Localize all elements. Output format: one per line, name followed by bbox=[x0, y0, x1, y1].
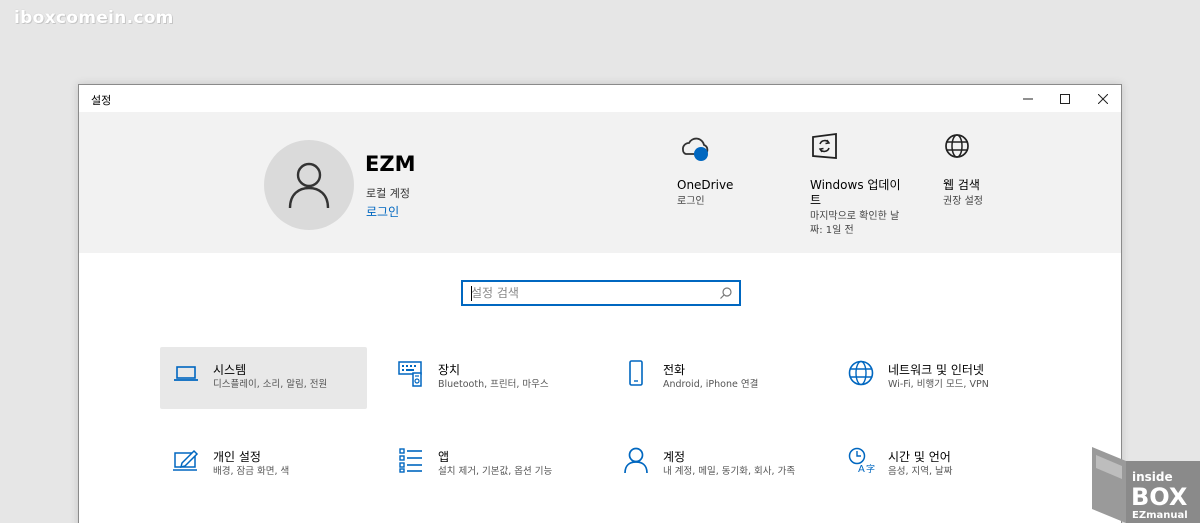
minimize-icon bbox=[1023, 98, 1033, 99]
svg-text:A: A bbox=[858, 464, 865, 474]
category-desc: Wi-Fi, 비행기 모드, VPN bbox=[888, 379, 989, 390]
maximize-button[interactable] bbox=[1046, 85, 1084, 112]
category-time-language[interactable]: A 字 시간 및 언어 음성, 지역, 날짜 bbox=[835, 434, 1042, 496]
category-desc: Android, iPhone 연결 bbox=[663, 379, 759, 390]
phone-icon bbox=[629, 360, 643, 386]
category-system[interactable]: 시스템 디스플레이, 소리, 알림, 전원 bbox=[160, 347, 367, 409]
personalization-icon bbox=[173, 449, 199, 471]
category-desc: Bluetooth, 프린터, 마우스 bbox=[438, 379, 549, 390]
header-item-windows-update[interactable]: Windows 업데이트 마지막으로 확인한 날짜: 1일 전 bbox=[810, 132, 910, 238]
category-title: 계정 bbox=[663, 450, 686, 464]
search-icon[interactable] bbox=[719, 286, 733, 300]
category-devices[interactable]: 장치 Bluetooth, 프린터, 마우스 bbox=[385, 347, 592, 409]
onedrive-desc: 로그인 bbox=[677, 196, 705, 207]
category-title: 네트워크 및 인터넷 bbox=[888, 363, 984, 377]
category-network[interactable]: 네트워크 및 인터넷 Wi-Fi, 비행기 모드, VPN bbox=[835, 347, 1042, 409]
settings-search-box[interactable] bbox=[461, 280, 741, 306]
windows-update-title: Windows 업데이트 bbox=[810, 178, 901, 207]
windows-update-icon bbox=[812, 132, 837, 159]
text-caret bbox=[471, 286, 472, 301]
avatar[interactable] bbox=[264, 140, 354, 230]
category-title: 전화 bbox=[663, 363, 686, 377]
account-name: EZM bbox=[365, 152, 416, 176]
account-type: 로컬 계정 bbox=[366, 187, 410, 200]
svg-text:字: 字 bbox=[866, 463, 875, 474]
minimize-button[interactable] bbox=[1009, 85, 1047, 112]
close-button[interactable] bbox=[1084, 85, 1121, 112]
windows-update-desc: 마지막으로 확인한 날짜: 1일 전 bbox=[810, 211, 900, 236]
web-search-desc: 권장 설정 bbox=[943, 196, 983, 207]
network-icon bbox=[848, 360, 874, 386]
category-desc: 설치 제거, 기본값, 옵션 기능 bbox=[438, 466, 553, 477]
account-icon bbox=[624, 447, 648, 474]
category-desc: 배경, 잠금 화면, 색 bbox=[213, 466, 290, 477]
category-desc: 내 계정, 메일, 동기화, 회사, 가족 bbox=[663, 466, 796, 477]
logo-text-line1: inside bbox=[1132, 470, 1173, 484]
maximize-icon bbox=[1060, 93, 1070, 104]
category-personalization[interactable]: 개인 설정 배경, 잠금 화면, 색 bbox=[160, 434, 367, 496]
keyboard-icon bbox=[398, 361, 422, 387]
site-watermark: iboxcomein.com bbox=[14, 8, 174, 28]
title-bar[interactable]: 설정 bbox=[79, 85, 1121, 112]
logo-text-line3: EZmanual bbox=[1132, 510, 1188, 521]
close-icon bbox=[1098, 93, 1108, 104]
window-title: 설정 bbox=[91, 94, 112, 107]
category-title: 장치 bbox=[438, 363, 461, 377]
category-desc: 디스플레이, 소리, 알림, 전원 bbox=[213, 379, 328, 390]
globe-icon bbox=[945, 134, 969, 158]
category-accounts[interactable]: 계정 내 계정, 메일, 동기화, 회사, 가족 bbox=[610, 434, 817, 496]
category-apps[interactable]: 앱 설치 제거, 기본값, 옵션 기능 bbox=[385, 434, 592, 496]
web-search-title: 웹 검색 bbox=[943, 178, 980, 192]
time-language-icon: A 字 bbox=[848, 447, 875, 474]
category-title: 시스템 bbox=[213, 363, 247, 377]
laptop-icon bbox=[174, 366, 198, 381]
account-header: EZM 로컬 계정 로그인 OneDrive 로그인 Windows 업데이트 … bbox=[79, 112, 1121, 253]
onedrive-icon bbox=[682, 137, 709, 161]
category-title: 시간 및 언어 bbox=[888, 450, 951, 464]
logo-text-line2: BOX bbox=[1131, 483, 1188, 511]
category-desc: 음성, 지역, 날짜 bbox=[888, 466, 953, 477]
category-phone[interactable]: 전화 Android, iPhone 연결 bbox=[610, 347, 817, 409]
header-item-onedrive[interactable]: OneDrive 로그인 bbox=[677, 132, 787, 209]
settings-window: 설정 EZM 로컬 계정 로그인 OneDrive 로그인 Windows 업데… bbox=[78, 84, 1122, 523]
insidebox-logo: insideBOXEZmanual bbox=[1092, 447, 1200, 523]
login-link[interactable]: 로그인 bbox=[366, 203, 399, 220]
apps-icon bbox=[399, 448, 422, 473]
header-item-web-search[interactable]: 웹 검색 권장 설정 bbox=[943, 132, 1043, 209]
onedrive-title: OneDrive bbox=[677, 178, 734, 192]
category-title: 앱 bbox=[438, 450, 450, 464]
category-title: 개인 설정 bbox=[213, 450, 261, 464]
user-avatar-icon bbox=[288, 162, 330, 209]
search-input[interactable] bbox=[471, 282, 711, 304]
